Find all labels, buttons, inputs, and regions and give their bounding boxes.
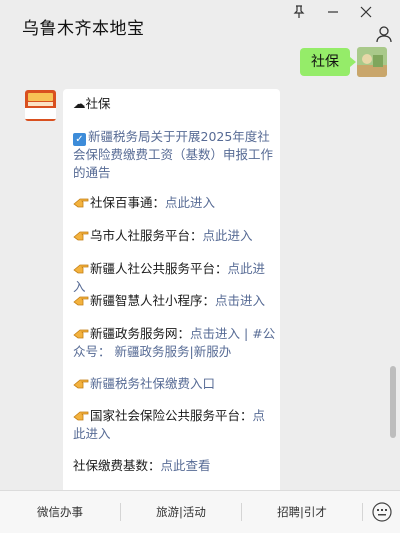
avatar[interactable] <box>357 47 387 77</box>
chat-title: 乌鲁木齐本地宝 <box>22 19 145 39</box>
bottom-menu: 微信办事 旅游|活动 招聘|引才 <box>0 490 400 533</box>
item-label: 国家社会保险公共服务平台： <box>90 408 253 423</box>
item-link[interactable]: 点此进入 <box>165 195 215 210</box>
tax-entry-link[interactable]: 新疆税务社保缴费入口 <box>90 376 215 391</box>
pointing-hand-icon <box>73 379 89 389</box>
pointing-hand-icon <box>73 198 89 208</box>
pointing-hand-icon <box>73 296 89 306</box>
item-label: 乌市人社服务平台： <box>90 228 203 243</box>
list-item: 乌市人社服务平台：点此进入 <box>73 227 277 245</box>
list-item: 新疆税务社保缴费入口 <box>73 375 277 393</box>
list-item: 国家社会保险公共服务平台：点此进入 <box>73 407 277 443</box>
pointing-hand-icon <box>73 231 89 241</box>
keyboard-icon[interactable] <box>371 501 393 523</box>
outgoing-message[interactable]: 社保 <box>300 48 356 76</box>
pointing-hand-icon <box>73 264 89 274</box>
item-label: 新疆智慧人社小程序： <box>90 293 216 308</box>
item-link[interactable]: 点此查看 <box>161 458 211 473</box>
item-label: 新疆人社公共服务平台： <box>90 261 228 276</box>
separator-text: | <box>244 326 249 341</box>
person-icon[interactable] <box>372 22 396 46</box>
item-label: 社保缴费基数： <box>73 458 161 473</box>
list-item: 新疆政务服务网：点击进入 | #公众号： 新疆政务服务|新服办 <box>73 325 277 361</box>
minimize-icon[interactable] <box>323 2 343 22</box>
pin-icon[interactable] <box>289 2 309 22</box>
news-link[interactable]: 新疆税务局关于开展2025年度社会保险费缴费工资（基数）申报工作的通告 <box>73 129 273 180</box>
item-link[interactable]: 点此进入 <box>203 228 253 243</box>
checkbox-icon: ✓ <box>73 133 86 146</box>
list-item: 社保百事通：点此进入 <box>73 194 277 212</box>
pointing-hand-icon <box>73 329 89 339</box>
news-item[interactable]: ✓ 新疆税务局关于开展2025年度社会保险费缴费工资（基数）申报工作的通告 <box>73 128 277 182</box>
bubble-heading: ☁社保 <box>73 96 111 111</box>
item-label: 新疆政务服务网： <box>90 326 191 341</box>
item-link[interactable]: 点击进入 <box>190 326 240 341</box>
item-label: 社保百事通： <box>90 195 166 210</box>
list-item: 社保缴费基数：点此查看 <box>73 457 277 475</box>
item-link[interactable]: 点击进入 <box>215 293 265 308</box>
scrollbar[interactable] <box>390 366 396 438</box>
list-item: 新疆人社公共服务平台：点此进入 <box>73 260 277 296</box>
list-item: 新疆智慧人社小程序：点击进入 <box>73 292 277 310</box>
menu-item-travel[interactable]: 旅游|活动 <box>121 491 241 533</box>
pointing-hand-icon <box>73 411 89 421</box>
incoming-message-bubble: ☁社保 ✓ 新疆税务局关于开展2025年度社会保险费缴费工资（基数）申报工作的通告… <box>63 89 280 509</box>
account-link[interactable]: 新疆政务服务|新服办 <box>115 344 232 359</box>
menu-item-recruitment[interactable]: 招聘|引才 <box>242 491 362 533</box>
close-icon[interactable] <box>355 1 377 23</box>
menu-item-wechat-service[interactable]: 微信办事 <box>0 491 120 533</box>
account-avatar[interactable] <box>25 90 56 121</box>
